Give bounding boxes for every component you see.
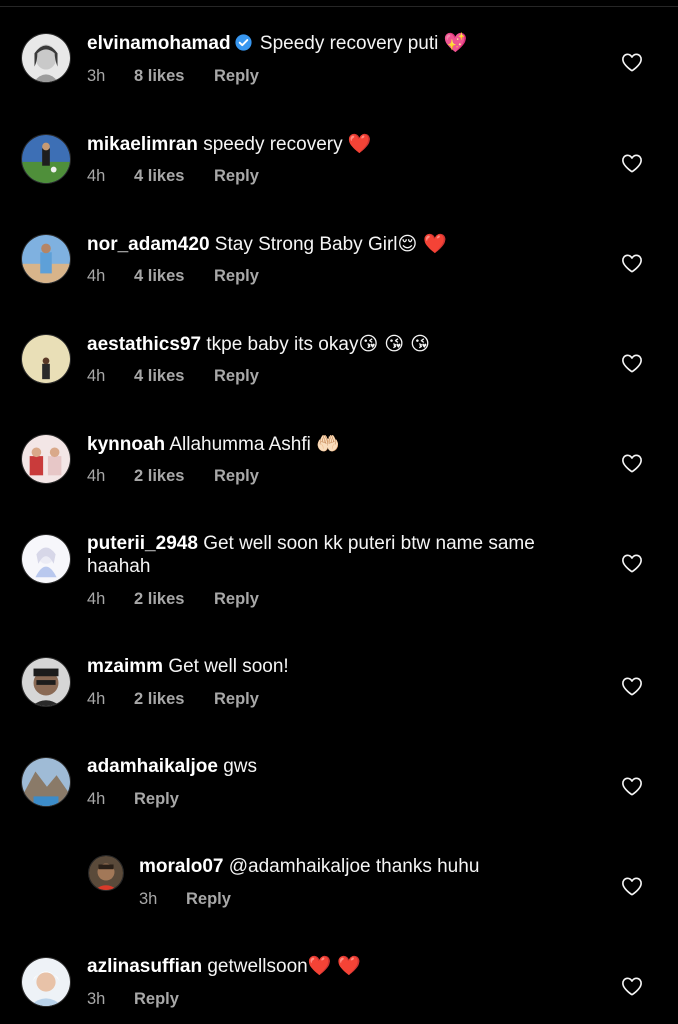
comment-text: Speedy recovery puti <box>259 33 439 54</box>
comment-text: Get well soon! <box>168 656 289 677</box>
like-heart-icon[interactable] <box>621 976 643 996</box>
comment-username[interactable]: mikaelimran <box>87 134 198 155</box>
comment-likes[interactable]: 8 likes <box>134 67 214 86</box>
comment-emoji: 😘 😘 😘 <box>358 333 430 355</box>
reply-button[interactable]: Reply <box>214 590 259 609</box>
like-heart-icon[interactable] <box>621 153 643 173</box>
comment-username[interactable]: moralo07 <box>139 856 223 877</box>
comment-meta: 3h Reply <box>139 890 231 909</box>
comment-username[interactable]: mzaimm <box>87 656 163 677</box>
reply-button[interactable]: Reply <box>134 990 179 1009</box>
comment-meta: 4h 4 likes Reply <box>87 367 259 386</box>
avatar[interactable] <box>21 334 71 384</box>
comment-meta: 4h Reply <box>87 790 179 809</box>
comment-username[interactable]: nor_adam420 <box>87 234 210 255</box>
avatar[interactable] <box>21 534 71 584</box>
like-heart-icon[interactable] <box>621 553 643 573</box>
avatar[interactable] <box>88 855 124 891</box>
top-divider <box>0 6 678 7</box>
comment-body: kynnoah Allahumma Ashfi 🤲🏻 <box>87 433 340 456</box>
comment-text: getwellsoon <box>207 956 308 977</box>
reply-button[interactable]: Reply <box>214 167 259 186</box>
comment-time: 3h <box>87 67 106 85</box>
avatar[interactable] <box>21 33 71 83</box>
comment-likes[interactable]: 4 likes <box>134 367 214 386</box>
comment-username[interactable]: elvinamohamad <box>87 33 231 54</box>
like-heart-icon[interactable] <box>621 776 643 796</box>
comment-meta: 4h 4 likes Reply <box>87 167 259 186</box>
reply-button[interactable]: Reply <box>214 267 259 286</box>
comment-text: @adamhaikaljoe thanks huhu <box>228 856 480 877</box>
comment-text: Stay Strong Baby Girl <box>214 234 398 255</box>
reply-button[interactable]: Reply <box>214 67 259 86</box>
reply-button[interactable]: Reply <box>134 790 179 809</box>
comment-body: elvinamohamad Speedy recovery puti 💖 <box>87 32 467 55</box>
comment-time: 4h <box>87 790 106 808</box>
comment-body: adamhaikaljoe gws <box>87 755 257 778</box>
comment-time: 4h <box>87 467 106 485</box>
comment-meta: 4h 2 likes Reply <box>87 590 259 609</box>
comment-body: mzaimm Get well soon! <box>87 655 289 678</box>
comment-emoji: 💖 <box>443 32 468 54</box>
comment-text-continued: haahah <box>87 556 151 577</box>
comment-likes[interactable]: 2 likes <box>134 690 214 709</box>
avatar[interactable] <box>21 134 71 184</box>
comment-meta: 3h Reply <box>87 990 179 1009</box>
reply-button[interactable]: Reply <box>214 367 259 386</box>
verified-badge-icon <box>235 34 252 51</box>
comment-likes[interactable]: 2 likes <box>134 590 214 609</box>
like-heart-icon[interactable] <box>621 876 643 896</box>
avatar[interactable] <box>21 957 71 1007</box>
comment-meta: 3h 8 likes Reply <box>87 67 259 86</box>
like-heart-icon[interactable] <box>621 676 643 696</box>
comment-time: 4h <box>87 590 106 608</box>
comment-text: tkpe baby its okay <box>206 334 359 355</box>
comment-meta: 4h 4 likes Reply <box>87 267 259 286</box>
comment-time: 4h <box>87 690 106 708</box>
comment-emoji: ❤️ ❤️ <box>307 955 362 977</box>
comment-username[interactable]: azlinasuffian <box>87 956 202 977</box>
comment-time: 4h <box>87 267 106 285</box>
comment-time: 3h <box>87 990 106 1008</box>
reply-button[interactable]: Reply <box>186 890 231 909</box>
comment-body: puterii_2948 Get well soon kk puteri btw… <box>87 532 607 578</box>
comment-time: 4h <box>87 367 106 385</box>
comment-body: mikaelimran speedy recovery ❤️ <box>87 133 372 156</box>
comment-time: 3h <box>139 890 158 908</box>
comment-body: moralo07 @adamhaikaljoe thanks huhu <box>139 855 479 878</box>
like-heart-icon[interactable] <box>621 353 643 373</box>
comment-text: Get well soon kk puteri btw name same <box>203 533 535 554</box>
like-heart-icon[interactable] <box>621 52 643 72</box>
comment-username[interactable]: puterii_2948 <box>87 533 198 554</box>
comment-body: azlinasuffian getwellsoon❤️ ❤️ <box>87 955 361 978</box>
comment-likes[interactable]: 4 likes <box>134 267 214 286</box>
comment-body: nor_adam420 Stay Strong Baby Girl😌 ❤️ <box>87 233 447 256</box>
avatar[interactable] <box>21 234 71 284</box>
comment-likes[interactable]: 4 likes <box>134 167 214 186</box>
comment-time: 4h <box>87 167 106 185</box>
like-heart-icon[interactable] <box>621 453 643 473</box>
comment-username[interactable]: adamhaikaljoe <box>87 756 218 777</box>
avatar[interactable] <box>21 434 71 484</box>
reply-button[interactable]: Reply <box>214 690 259 709</box>
avatar[interactable] <box>21 657 71 707</box>
comment-text: gws <box>223 756 258 777</box>
comment-emoji: 😌 ❤️ <box>397 233 448 255</box>
reply-button[interactable]: Reply <box>214 467 259 486</box>
comment-meta: 4h 2 likes Reply <box>87 467 259 486</box>
comment-username[interactable]: aestathics97 <box>87 334 201 355</box>
comment-emoji: ❤️ <box>347 133 372 155</box>
comment-body: aestathics97 tkpe baby its okay😘 😘 😘 <box>87 333 430 356</box>
comment-text: Allahumma Ashfi <box>169 434 311 455</box>
comment-emoji: 🤲🏻 <box>316 433 340 455</box>
avatar[interactable] <box>21 757 71 807</box>
comment-username[interactable]: kynnoah <box>87 434 165 455</box>
comment-text: speedy recovery <box>203 134 343 155</box>
comment-likes[interactable]: 2 likes <box>134 467 214 486</box>
comment-meta: 4h 2 likes Reply <box>87 690 259 709</box>
like-heart-icon[interactable] <box>621 253 643 273</box>
